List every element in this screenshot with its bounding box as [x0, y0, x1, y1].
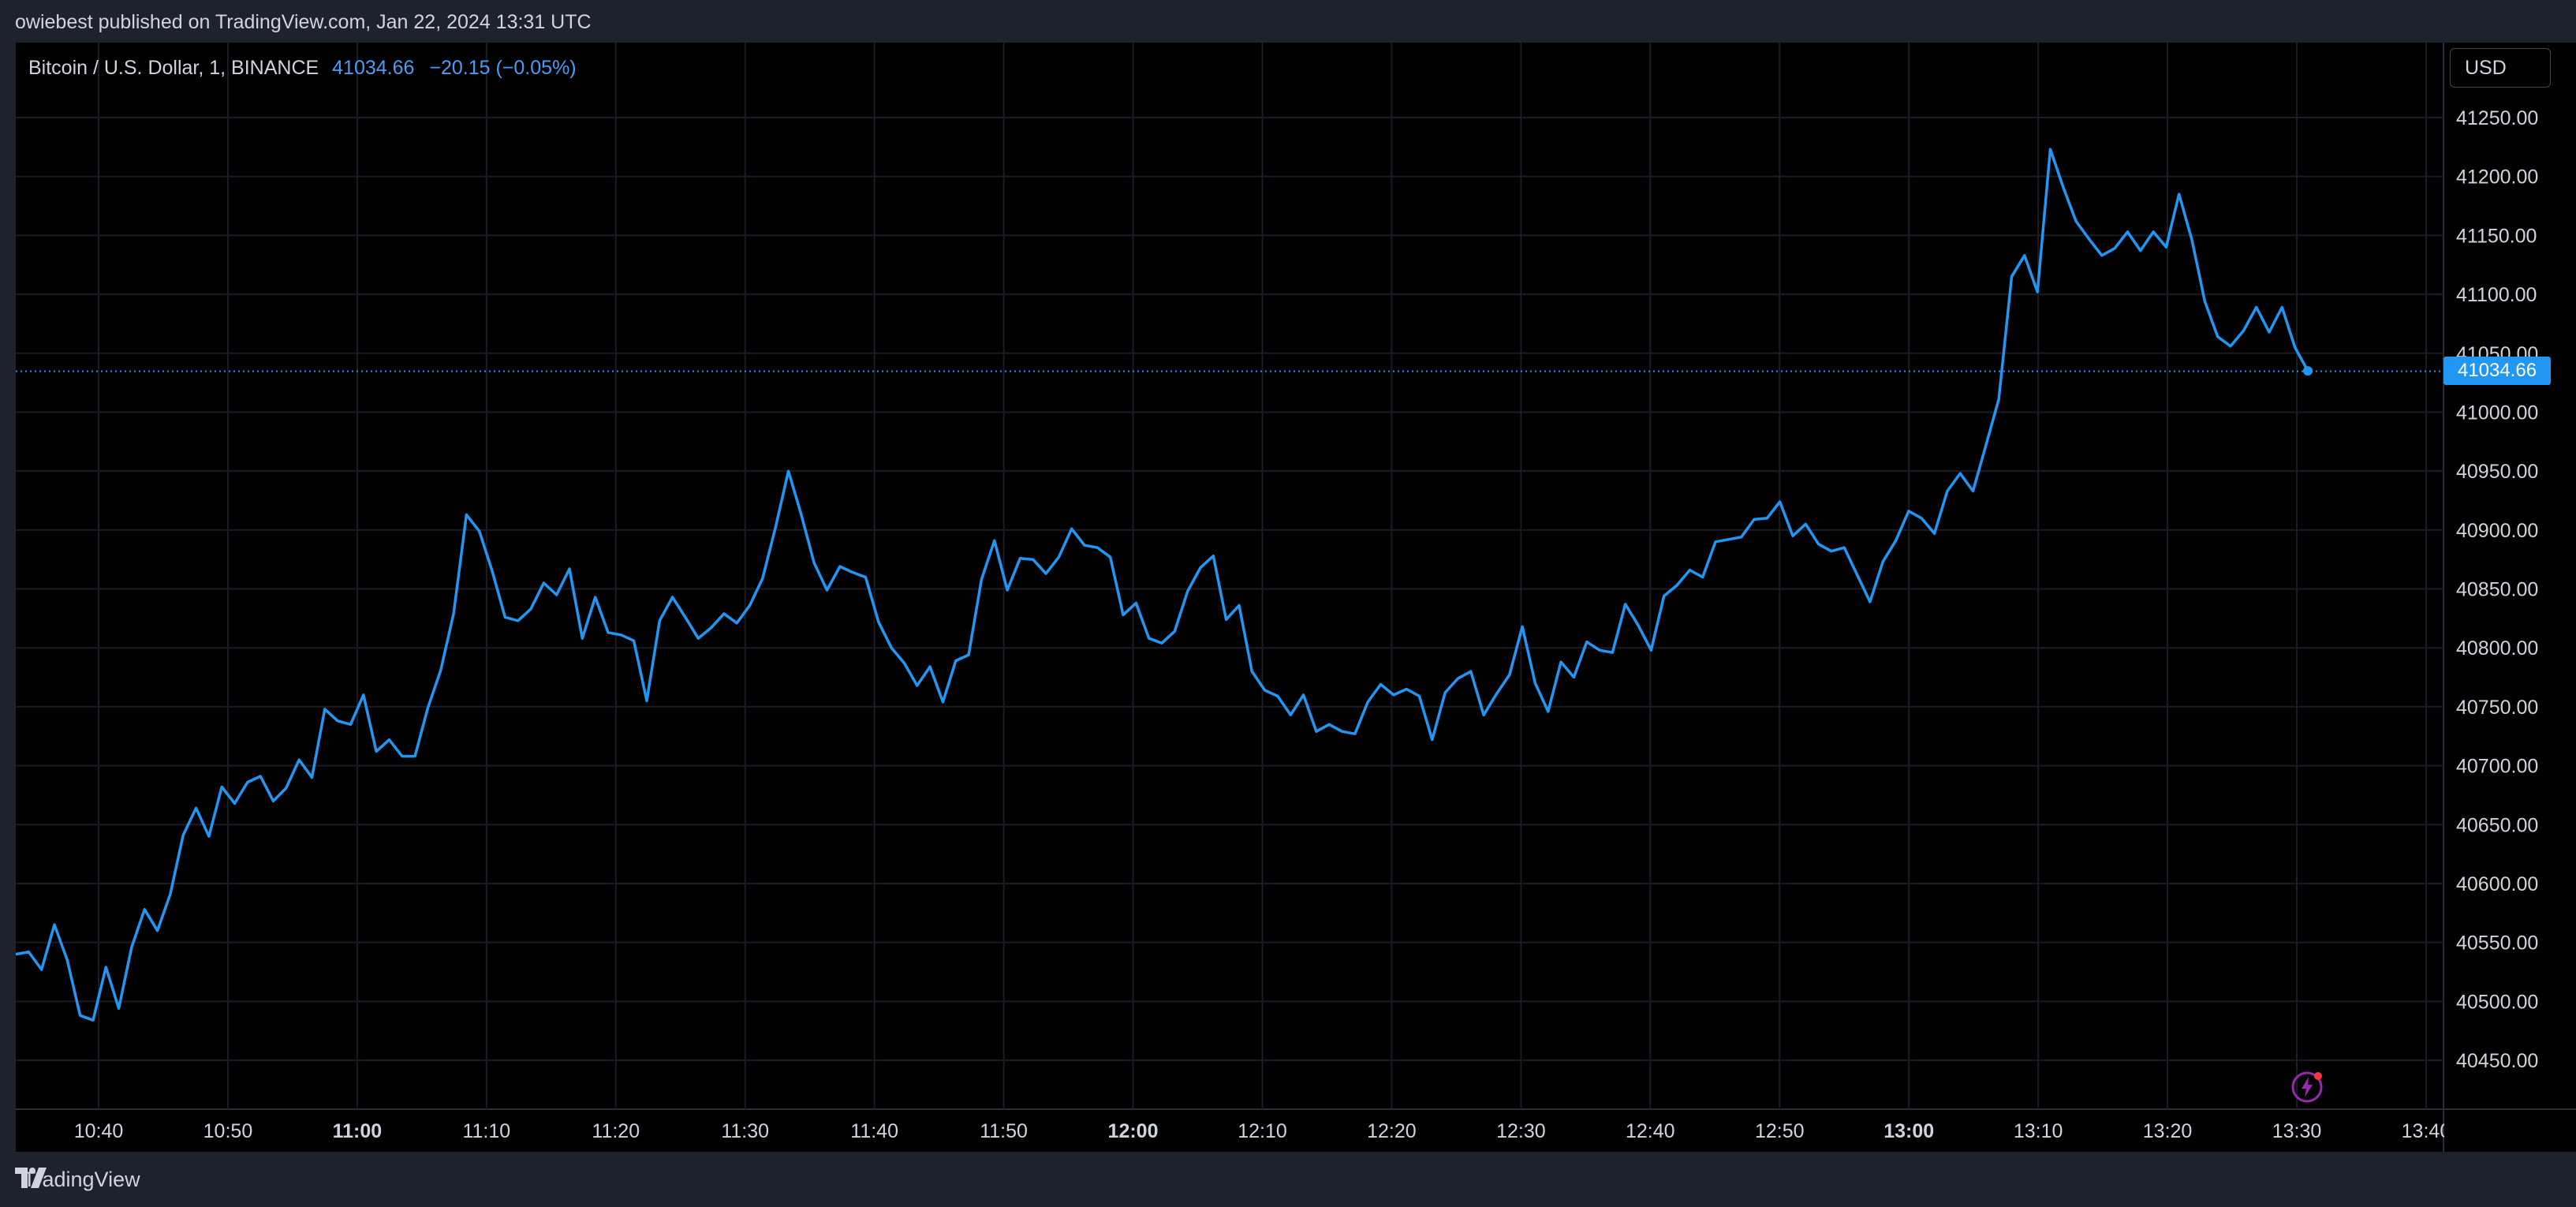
- axis-corner: [2444, 1110, 2576, 1151]
- y-tick-label: 41100.00: [2456, 284, 2537, 306]
- tradingview-logo-icon: [15, 1168, 47, 1188]
- y-tick-label: 40550.00: [2456, 932, 2538, 955]
- tradingview-logo[interactable]: TradingView: [15, 1168, 140, 1191]
- x-tick-label: 11:30: [721, 1120, 769, 1142]
- price-line: [15, 148, 2309, 1022]
- x-tick-label: 13:00: [1883, 1120, 1934, 1142]
- x-tick-label: 11:40: [850, 1120, 898, 1142]
- x-tick-label: 12:40: [1626, 1120, 1675, 1142]
- x-tick-label: 10:40: [74, 1120, 124, 1142]
- x-tick-label: 11:10: [462, 1120, 510, 1142]
- x-tick-label: 13:40: [2402, 1120, 2451, 1142]
- x-tick-label: 12:20: [1367, 1120, 1417, 1142]
- x-tick-label: 12:10: [1238, 1120, 1287, 1142]
- last-price-tag: 41034.66: [2443, 357, 2551, 385]
- last-price: 41034.66: [332, 57, 415, 79]
- y-tick-label: 40850.00: [2456, 579, 2538, 601]
- x-tick-label: 12:00: [1108, 1120, 1159, 1142]
- last-price-tag-label: 41034.66: [2457, 360, 2537, 381]
- x-tick-label: 13:30: [2272, 1120, 2322, 1142]
- x-tick-label: 10:50: [203, 1120, 253, 1142]
- currency-label: USD: [2465, 56, 2507, 79]
- y-tick-label: 40450.00: [2456, 1050, 2538, 1072]
- y-tick-label: 40700.00: [2456, 756, 2538, 778]
- x-tick-label: 11:20: [592, 1120, 640, 1142]
- y-tick-label: 40500.00: [2456, 991, 2538, 1013]
- x-tick-label: 12:30: [1496, 1120, 1546, 1142]
- y-tick-label: 40800.00: [2456, 637, 2538, 660]
- y-tick-label: 41250.00: [2456, 107, 2538, 129]
- x-tick-label: 13:20: [2143, 1120, 2193, 1142]
- x-tick-label: 13:10: [2014, 1120, 2063, 1142]
- x-tick-label: 11:50: [980, 1120, 1028, 1142]
- y-tick-label: 41000.00: [2456, 402, 2538, 424]
- y-tick-label: 41200.00: [2456, 166, 2538, 189]
- footer-bar: TradingView: [0, 1152, 2576, 1207]
- y-tick-label: 40750.00: [2456, 697, 2538, 719]
- symbol-legend[interactable]: Bitcoin / U.S. Dollar, 1, BINANCE 41034.…: [28, 57, 577, 80]
- x-tick-label: 11:00: [333, 1120, 383, 1142]
- x-tick-label: 12:50: [1755, 1120, 1805, 1142]
- y-tick-label: 40900.00: [2456, 520, 2538, 542]
- lightning-icon[interactable]: [2290, 1070, 2324, 1104]
- currency-button[interactable]: USD: [2450, 48, 2551, 88]
- price-chart[interactable]: 41250.0041200.0041150.0041100.0041050.00…: [0, 0, 2576, 1207]
- y-tick-label: 41150.00: [2456, 225, 2537, 247]
- y-tick-label: 40950.00: [2456, 461, 2538, 483]
- price-change: −20.15 (−0.05%): [429, 57, 577, 79]
- symbol-title: Bitcoin / U.S. Dollar, 1, BINANCE: [28, 57, 319, 79]
- last-price-dot: [2303, 366, 2313, 376]
- y-tick-label: 40600.00: [2456, 873, 2538, 895]
- y-tick-label: 40650.00: [2456, 814, 2538, 836]
